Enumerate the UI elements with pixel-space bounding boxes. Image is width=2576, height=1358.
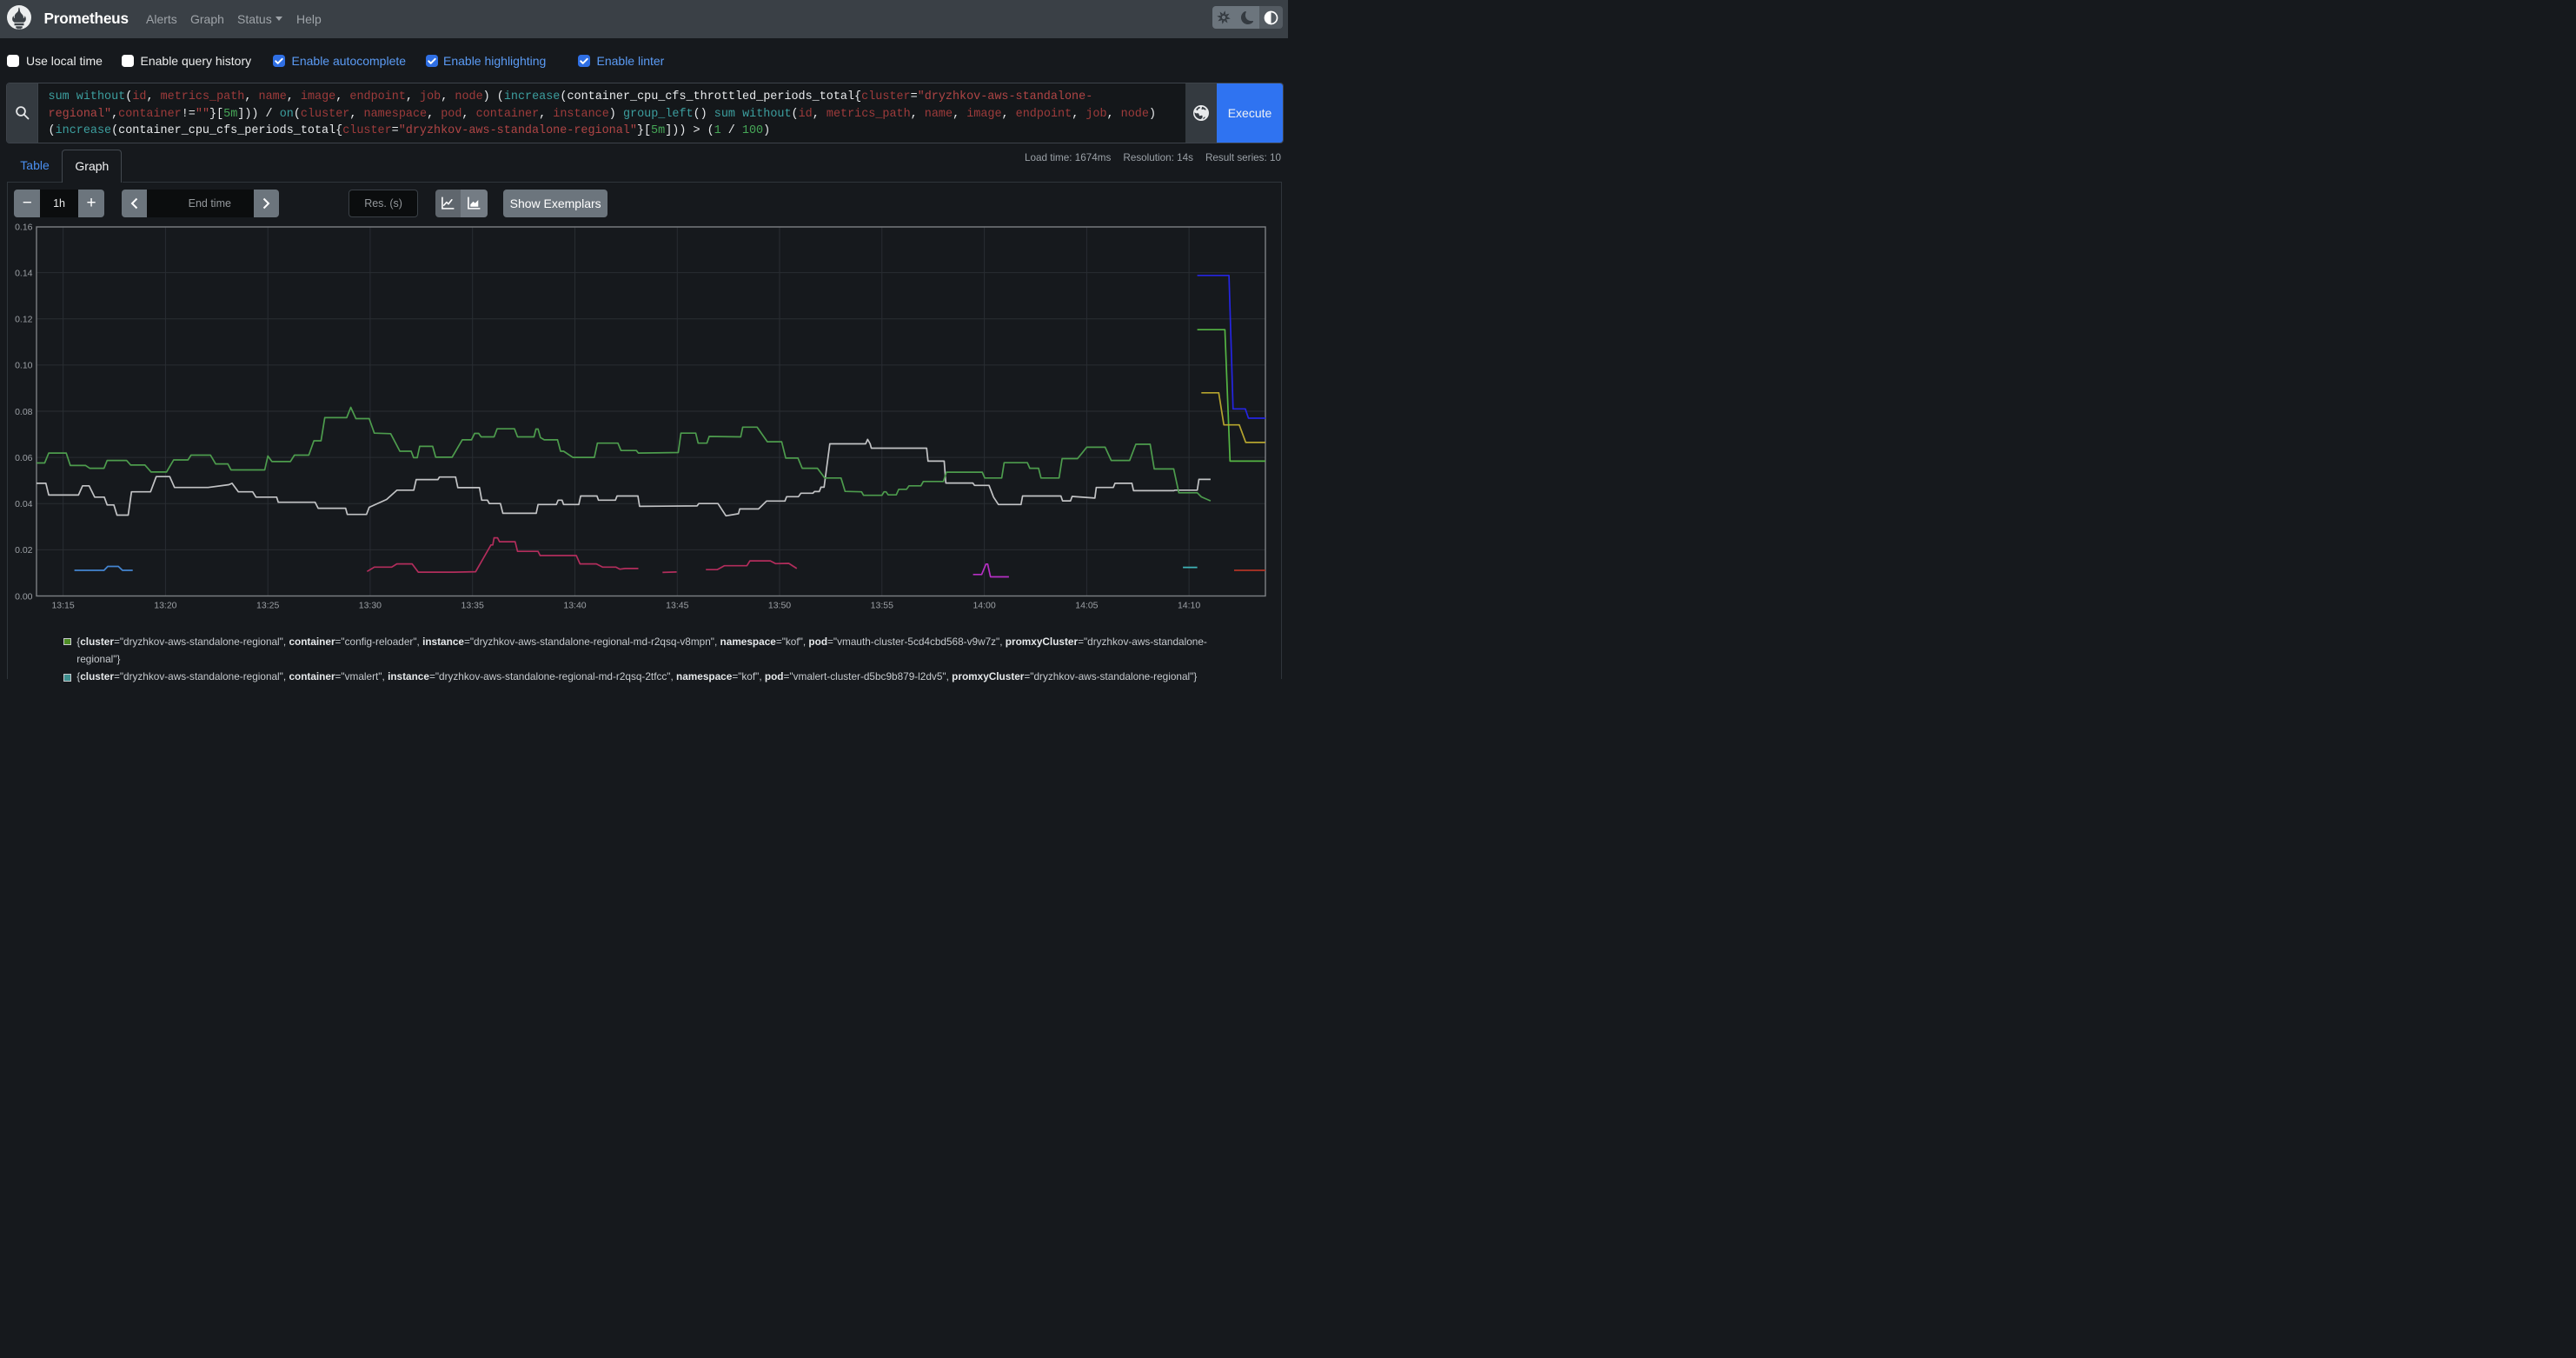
svg-text:14:10: 14:10 <box>1178 601 1200 611</box>
svg-text:13:40: 13:40 <box>563 601 586 611</box>
svg-text:0.08: 0.08 <box>15 407 33 417</box>
svg-text:0.16: 0.16 <box>15 222 33 232</box>
svg-text:0.04: 0.04 <box>15 499 33 509</box>
svg-text:13:20: 13:20 <box>154 601 176 611</box>
svg-text:13:45: 13:45 <box>666 601 688 611</box>
svg-text:0.00: 0.00 <box>15 591 33 602</box>
svg-text:14:00: 14:00 <box>973 601 995 611</box>
svg-text:13:35: 13:35 <box>461 601 484 611</box>
svg-text:13:15: 13:15 <box>51 601 74 611</box>
svg-text:0.06: 0.06 <box>15 453 33 463</box>
svg-text:13:55: 13:55 <box>871 601 893 611</box>
svg-text:0.10: 0.10 <box>15 361 33 371</box>
svg-text:13:25: 13:25 <box>256 601 279 611</box>
svg-text:0.12: 0.12 <box>15 315 33 325</box>
svg-text:14:05: 14:05 <box>1075 601 1098 611</box>
svg-text:13:30: 13:30 <box>359 601 382 611</box>
svg-text:13:50: 13:50 <box>768 601 791 611</box>
svg-text:0.02: 0.02 <box>15 545 33 556</box>
svg-text:0.14: 0.14 <box>15 268 33 278</box>
